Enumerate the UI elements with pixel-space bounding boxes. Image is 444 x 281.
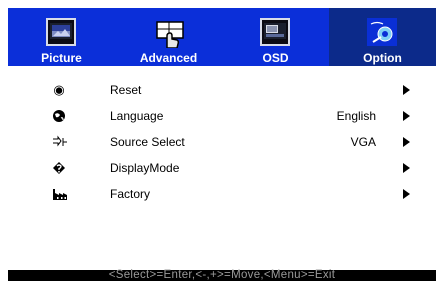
status-hint-text: <Select>=Enter,<-,+>=Move,<Menu>=Exit xyxy=(108,269,336,281)
chevron-right-icon xyxy=(403,163,410,173)
chevron-right-icon xyxy=(403,111,410,121)
tab-advanced[interactable]: Advanced xyxy=(115,8,222,66)
menu-item-source-select[interactable]: Source Select VGA xyxy=(8,130,436,156)
menu-item-label: Language xyxy=(110,109,164,123)
language-value: English xyxy=(336,109,376,123)
source-value: VGA xyxy=(350,135,376,149)
menu-item-label: Reset xyxy=(110,83,142,97)
tab-label: Advanced xyxy=(139,51,198,65)
menu-item-factory[interactable]: Factory xyxy=(8,182,436,208)
advanced-hand-icon xyxy=(153,18,184,49)
tab-osd[interactable]: OSD xyxy=(222,8,329,66)
tab-option[interactable]: Option xyxy=(329,8,436,66)
chevron-right-icon xyxy=(403,85,410,95)
chevron-right-icon xyxy=(403,137,410,147)
display-mode-icon xyxy=(52,161,66,175)
osd-menu: Picture Advanced OSD Option ◉ Reset Lang… xyxy=(8,8,436,281)
picture-icon xyxy=(46,18,76,46)
menu-item-label: DisplayMode xyxy=(110,161,180,175)
menu-item-reset[interactable]: ◉ Reset xyxy=(8,78,436,104)
factory-icon xyxy=(52,187,67,201)
osd-icon xyxy=(260,18,290,46)
status-bar: <Select>=Enter,<-,+>=Move,<Menu>=Exit xyxy=(8,269,436,281)
tab-label: Option xyxy=(363,51,402,65)
reset-icon: ◉ xyxy=(53,82,65,97)
menu-item-label: Factory xyxy=(110,187,151,201)
menu-item-language[interactable]: Language English xyxy=(8,104,436,130)
tab-label: OSD xyxy=(262,51,289,65)
source-select-icon xyxy=(52,135,67,149)
tab-bar: Picture Advanced OSD Option xyxy=(8,8,436,66)
menu-item-label: Source Select xyxy=(110,135,185,149)
tab-label: Picture xyxy=(41,51,82,65)
option-icon xyxy=(367,18,397,46)
chevron-right-icon xyxy=(403,189,410,199)
language-globe-icon xyxy=(52,109,66,123)
tab-picture[interactable]: Picture xyxy=(8,8,115,66)
menu-item-displaymode[interactable]: DisplayMode xyxy=(8,156,436,182)
